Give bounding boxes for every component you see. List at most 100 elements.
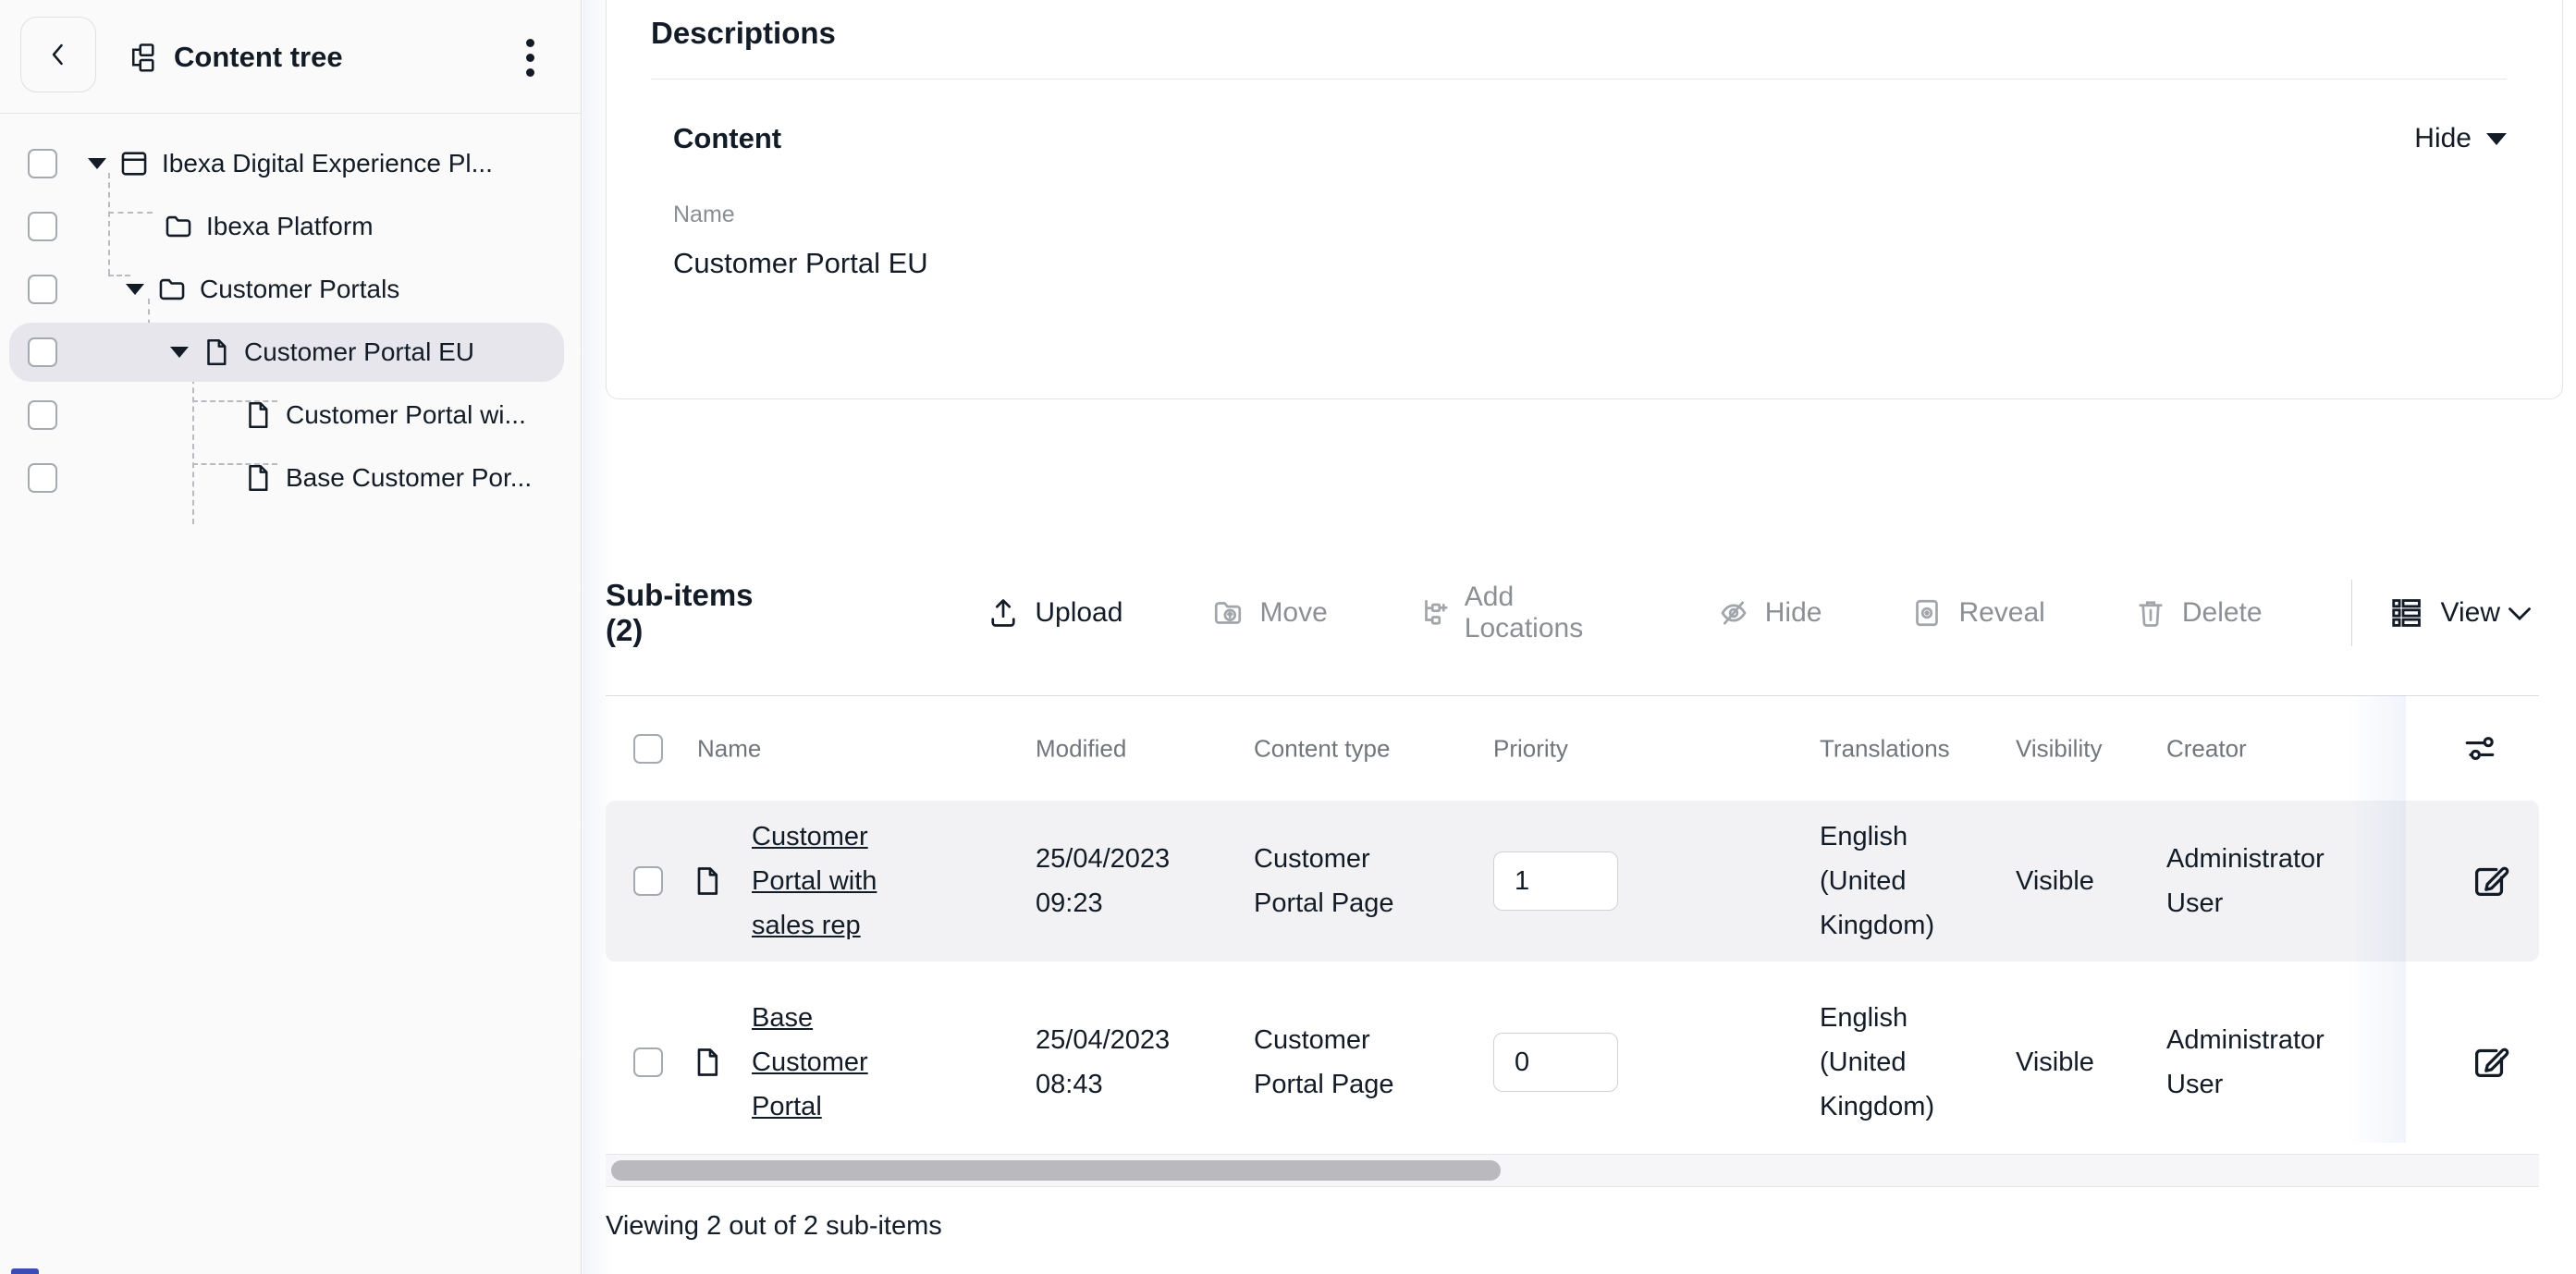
add-locations-icon — [1417, 596, 1450, 630]
eye-off-icon — [1717, 596, 1750, 630]
select-all-checkbox[interactable] — [633, 733, 663, 764]
caret-down-icon[interactable] — [126, 284, 144, 295]
visibility-cell: Visible — [2016, 866, 2094, 896]
tree-item-customer-portals[interactable]: Customer Portals — [0, 258, 581, 321]
column-header-visibility[interactable]: Visibility — [2016, 734, 2102, 763]
reveal-label: Reveal — [1958, 597, 2045, 628]
folder-icon — [156, 274, 188, 305]
move-button[interactable]: Move — [1211, 596, 1328, 630]
content-group-title: Content — [673, 122, 782, 154]
content-type-cell: Customer Portal Page — [1254, 1025, 1394, 1099]
delete-button[interactable]: Delete — [2134, 596, 2263, 630]
modified-cell: 25/04/2023 08:43 — [1036, 1025, 1171, 1099]
tree-item-customer-portal-eu[interactable]: Customer Portal EU — [0, 321, 581, 384]
tree-options-menu-button[interactable] — [511, 33, 548, 81]
upload-icon — [987, 596, 1020, 630]
move-icon — [1211, 596, 1245, 630]
tree-item-checkbox[interactable] — [28, 149, 57, 178]
hide-section-label: Hide — [2414, 123, 2472, 153]
tree-item-label: Customer Portals — [200, 275, 400, 303]
scrollbar-thumb[interactable] — [611, 1160, 1501, 1181]
reveal-icon — [1910, 596, 1944, 630]
folder-icon — [163, 211, 194, 242]
column-header-modified[interactable]: Modified — [1036, 734, 1126, 763]
sidebar-title: Content tree — [174, 40, 343, 73]
tree-item-label: Ibexa Platform — [206, 212, 374, 240]
table-row: Base Customer Portal 25/04/2023 08:43 Cu… — [606, 982, 2539, 1143]
file-icon — [201, 337, 232, 368]
hidden-blue-button[interactable] — [11, 1268, 39, 1274]
delete-label: Delete — [2181, 597, 2263, 628]
column-settings-icon[interactable] — [2459, 729, 2500, 769]
translations-cell: English (United Kingdom) — [1820, 822, 1935, 940]
collapse-tree-button[interactable] — [20, 17, 96, 92]
content-fields-card: Descriptions Content Hide Name Customer … — [606, 0, 2563, 399]
view-list-icon — [2389, 595, 2424, 631]
row-checkbox[interactable] — [633, 1047, 663, 1077]
subitems-header: Sub-items (2) Upload Move Add Locations — [606, 571, 2539, 655]
tree-item-customer-portal-with[interactable]: Customer Portal wi... — [0, 384, 581, 447]
creator-cell: Administrator User — [2166, 1025, 2325, 1099]
tree-item-label: Customer Portal wi... — [286, 400, 526, 429]
caret-down-icon — [2486, 132, 2507, 145]
priority-input[interactable] — [1493, 851, 1618, 911]
caret-down-icon[interactable] — [88, 158, 106, 169]
tree-item-checkbox[interactable] — [28, 275, 57, 304]
tree-item-ibexa-dxp[interactable]: Ibexa Digital Experience Pl... — [0, 132, 581, 195]
subitems-toolbar: Upload Move Add Locations Hide Reveal De… — [987, 580, 2500, 646]
row-checkbox[interactable] — [633, 866, 663, 896]
modified-cell: 25/04/2023 09:23 — [1036, 844, 1171, 918]
name-field-value: Customer Portal EU — [673, 247, 928, 279]
chevron-down-icon[interactable] — [2500, 594, 2539, 632]
upload-button[interactable]: Upload — [987, 596, 1122, 630]
horizontal-scrollbar[interactable] — [606, 1154, 2539, 1187]
tree-item-ibexa-platform[interactable]: Ibexa Platform — [0, 195, 581, 258]
move-label: Move — [1259, 597, 1328, 628]
add-locations-label: Add Locations — [1464, 582, 1584, 643]
section-divider — [651, 79, 2507, 80]
file-icon — [242, 462, 274, 494]
file-icon — [691, 864, 724, 898]
edit-button[interactable] — [2469, 860, 2511, 902]
tree-item-label: Base Customer Por... — [286, 463, 533, 492]
content-type-cell: Customer Portal Page — [1254, 844, 1394, 918]
content-tree-icon — [126, 41, 159, 74]
tree-item-label: Ibexa Digital Experience Pl... — [162, 149, 493, 178]
table-row: Customer Portal with sales rep 25/04/202… — [606, 801, 2539, 962]
caret-down-icon[interactable] — [170, 347, 189, 358]
tree-item-checkbox[interactable] — [28, 463, 57, 493]
tree-item-base-customer-portal[interactable]: Base Customer Por... — [0, 447, 581, 509]
column-header-content-type[interactable]: Content type — [1254, 734, 1390, 763]
trash-icon — [2134, 596, 2167, 630]
upload-label: Upload — [1035, 597, 1123, 628]
translations-cell: English (United Kingdom) — [1820, 1003, 1935, 1121]
hide-button[interactable]: Hide — [1717, 596, 1822, 630]
tree-item-checkbox[interactable] — [28, 400, 57, 430]
descriptions-section-title: Descriptions — [651, 16, 836, 50]
subitems-table: Name Modified Content type Priority Tran… — [606, 695, 2539, 1143]
chevron-left-icon — [43, 39, 74, 70]
hide-section-button[interactable]: Hide — [2414, 123, 2507, 154]
name-field-label: Name — [673, 202, 735, 227]
hide-label: Hide — [1764, 597, 1822, 628]
edit-button[interactable] — [2469, 1041, 2511, 1084]
subitems-count-text: Viewing 2 out of 2 sub-items — [606, 1211, 942, 1241]
subitem-name-link[interactable]: Base Customer Portal — [752, 1003, 868, 1121]
subitem-name-link[interactable]: Customer Portal with sales rep — [752, 822, 877, 940]
column-header-translations[interactable]: Translations — [1820, 734, 1950, 763]
tree-item-checkbox[interactable] — [28, 337, 57, 367]
tree-item-checkbox[interactable] — [28, 212, 57, 241]
reveal-button[interactable]: Reveal — [1910, 596, 2045, 630]
file-icon — [242, 399, 274, 431]
visibility-cell: Visible — [2016, 1047, 2094, 1077]
priority-input[interactable] — [1493, 1033, 1618, 1092]
content-tree-sidebar: Content tree Ibexa Digital Experience Pl… — [0, 0, 582, 1274]
content-tree-header: Content tree — [0, 0, 581, 114]
column-header-creator[interactable]: Creator — [2166, 734, 2247, 763]
main-content: Descriptions Content Hide Name Customer … — [583, 0, 2576, 1274]
view-button[interactable]: View — [2389, 595, 2500, 631]
file-icon — [691, 1046, 724, 1079]
add-locations-button[interactable]: Add Locations — [1417, 582, 1628, 644]
column-header-name[interactable]: Name — [697, 734, 761, 763]
column-header-priority[interactable]: Priority — [1493, 734, 1568, 763]
